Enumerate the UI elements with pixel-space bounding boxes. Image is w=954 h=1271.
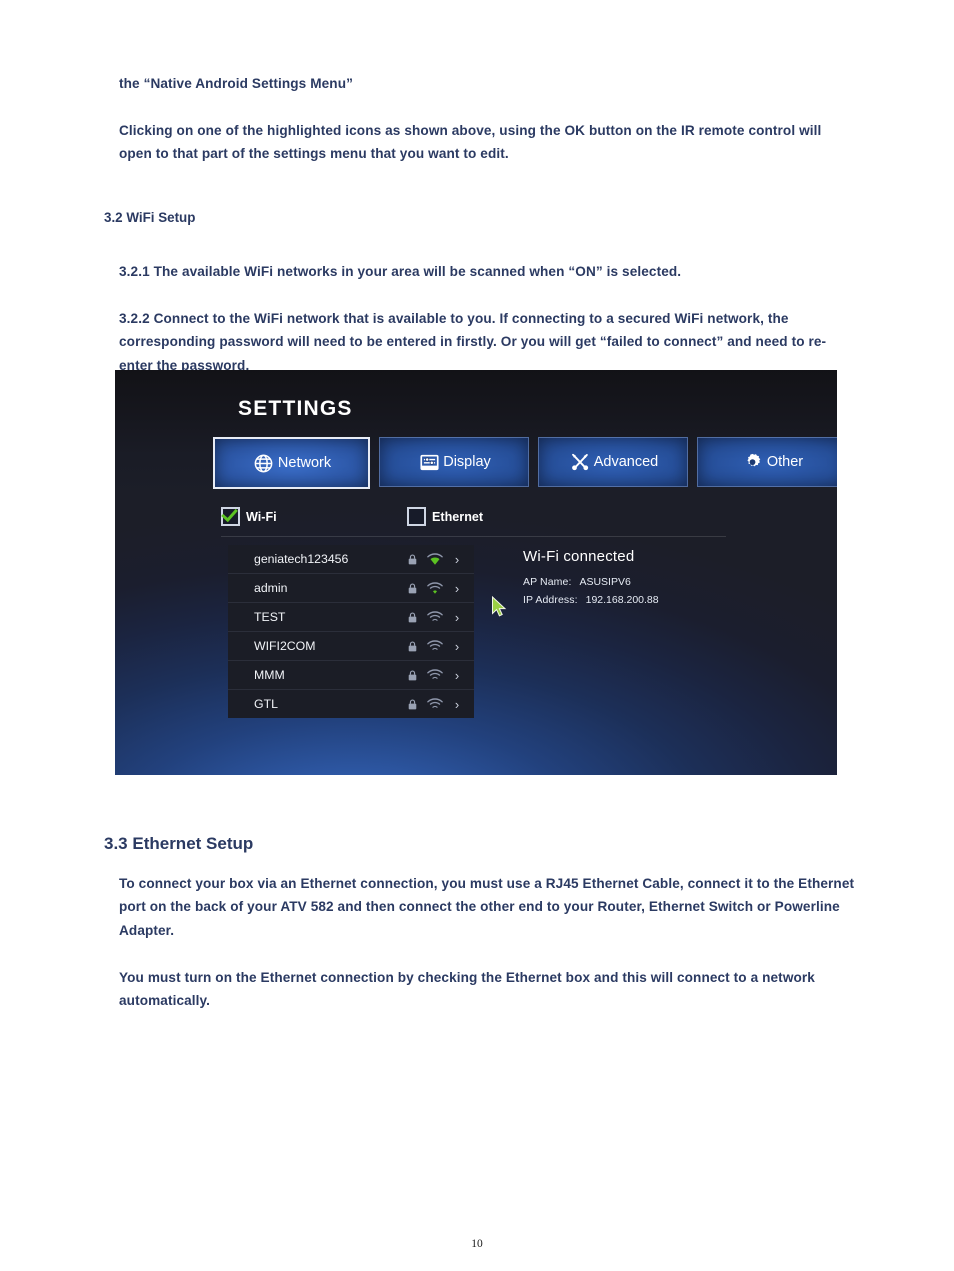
wifi-list-item[interactable]: GTL › [228,690,474,718]
checkbox-wifi[interactable]: Wi-Fi [221,507,277,526]
lock-icon [404,669,420,682]
heading-3-3-ethernet-setup: 3.3 Ethernet Setup [104,834,254,854]
nav-button-advanced-label: Advanced [593,454,659,470]
ap-name-label: AP Name: [523,576,572,588]
ap-name-line: AP Name: ASUSIPV6 [523,573,659,591]
wifi-list-item[interactable]: geniatech123456 › [228,545,474,574]
ip-address-value: 192.168.200.88 [585,594,659,606]
checkbox-wifi-box[interactable] [221,507,240,526]
globe-icon [252,451,276,475]
connection-status: Wi-Fi connected [523,548,635,565]
wifi-ssid: WIFI2COM [254,639,316,653]
divider [221,536,726,537]
checkbox-ethernet-label: Ethernet [432,509,484,524]
chevron-right-icon[interactable]: › [448,581,466,596]
paragraph-clicking-icons: Clicking on one of the highlighted icons… [119,122,822,162]
nav-button-advanced[interactable]: Advanced [538,437,688,487]
chevron-right-icon[interactable]: › [448,668,466,683]
connection-info-panel: Wi-Fi connected AP Name: ASUSIPV6 IP Addr… [523,548,659,609]
nav-button-other-label: Other [766,454,804,470]
wifi-signal-icon [424,668,446,682]
mouse-cursor-icon [491,595,509,618]
heading-3-2-wifi-setup: 3.2 WiFi Setup [104,210,196,226]
settings-screen-title: SETTINGS [238,397,353,420]
wifi-list-item[interactable]: MMM › [228,661,474,690]
wifi-ssid: TEST [254,610,286,624]
page-number: 10 [471,1238,483,1250]
lock-icon [404,611,420,624]
wifi-list-item[interactable]: TEST › [228,603,474,632]
lock-icon [404,582,420,595]
paragraph-intro-continued: the “Native Android Settings Menu” [119,75,354,91]
document-page: the “Native Android Settings Menu” Click… [0,0,954,1271]
settings-nav-row: Network Display Advanced Other [213,437,837,489]
nav-button-display-label: Display [443,454,491,470]
wifi-list-item[interactable]: WIFI2COM › [228,632,474,661]
chevron-right-icon[interactable]: › [448,639,466,654]
tools-icon [568,450,592,474]
paragraph-3-3-2: You must turn on the Ethernet connection… [119,969,815,1009]
connection-type-toggles: Wi-Fi Ethernet [221,507,551,529]
wifi-signal-icon [424,581,446,595]
wifi-ssid: geniatech123456 [254,552,349,566]
wifi-ssid: GTL [254,697,278,711]
checkbox-ethernet-box[interactable] [407,507,426,526]
wifi-ssid: admin [254,581,288,595]
lock-icon [404,698,420,711]
wifi-list-item[interactable]: admin › [228,574,474,603]
gear-icon [741,450,765,474]
ap-name-value: ASUSIPV6 [579,576,631,588]
wifi-network-list[interactable]: geniatech123456 › admin › TEST › WIFI2CO… [228,545,474,718]
lock-icon [404,553,420,566]
nav-button-other[interactable]: Other [697,437,837,487]
paragraph-3-3-1: To connect your box via an Ethernet conn… [119,875,855,938]
wifi-signal-icon [424,610,446,624]
figure-settings-screenshot: SETTINGS Network Display Advanced Other … [115,370,837,775]
chevron-right-icon[interactable]: › [448,697,466,712]
wifi-ssid: MMM [254,668,285,682]
wifi-signal-icon [424,639,446,653]
wifi-signal-icon [424,697,446,711]
chevron-right-icon[interactable]: › [448,610,466,625]
nav-button-display[interactable]: Display [379,437,529,487]
wifi-signal-icon [424,552,446,566]
ip-address-label: IP Address: [523,594,578,606]
checkbox-ethernet[interactable]: Ethernet [407,507,483,526]
nav-button-network-label: Network [277,455,332,471]
checkbox-wifi-label: Wi-Fi [246,509,277,524]
chevron-right-icon[interactable]: › [448,552,466,567]
paragraph-3-2-1: 3.2.1 The available WiFi networks in you… [119,263,682,279]
paragraph-3-2-2: 3.2.2 Connect to the WiFi network that i… [119,310,827,373]
sliders-icon [417,450,441,474]
ip-address-line: IP Address: 192.168.200.88 [523,591,659,609]
nav-button-network[interactable]: Network [213,437,370,489]
lock-icon [404,640,420,653]
